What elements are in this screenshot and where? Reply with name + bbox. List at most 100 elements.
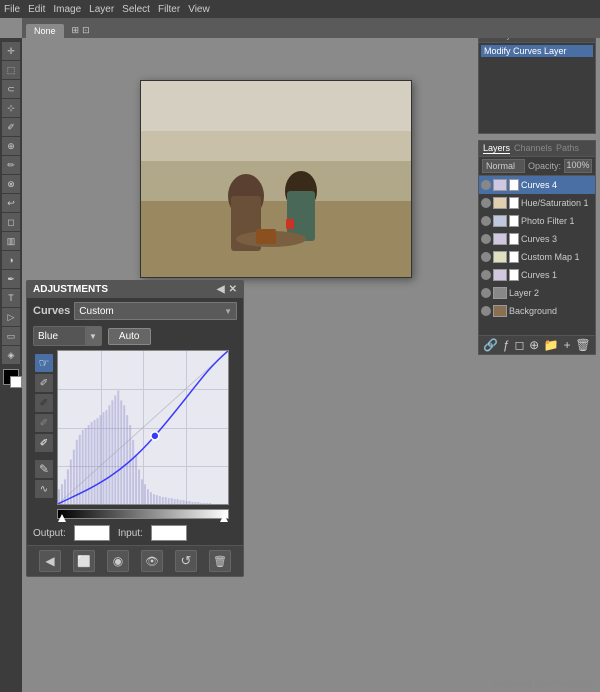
- tool-shape[interactable]: ▭: [2, 327, 20, 345]
- paths-tab[interactable]: Paths: [556, 143, 579, 154]
- auto-button[interactable]: Auto: [108, 328, 151, 345]
- adjustments-panel: ADJUSTMENTS ◀ ✕ Curves Custom ▼ Blue ▼ A…: [26, 280, 244, 577]
- tool-clone[interactable]: ⊗: [2, 175, 20, 193]
- add-adjustment-icon[interactable]: ⊕: [529, 338, 539, 352]
- tool-lasso[interactable]: ⊂: [2, 80, 20, 98]
- layer-visibility-icon[interactable]: [481, 288, 491, 298]
- channel-select-wrapper[interactable]: Blue ▼: [33, 326, 102, 346]
- collapse-icon[interactable]: ◀: [217, 284, 225, 295]
- menu-image[interactable]: Image: [53, 4, 81, 15]
- output-input-row: Output: 93 Input: 83: [27, 521, 243, 545]
- add-layer-icon[interactable]: +: [564, 338, 571, 352]
- adjustments-titlebar[interactable]: ADJUSTMENTS ◀ ✕: [27, 281, 243, 298]
- layer-thumb-mask: [509, 179, 519, 191]
- layer-visibility-icon[interactable]: [481, 198, 491, 208]
- reset-button[interactable]: ↺: [175, 550, 197, 572]
- layer-name: Curves 3: [521, 234, 557, 244]
- link-layers-icon[interactable]: 🔗: [483, 338, 498, 352]
- layers-panel-footer: 🔗 ƒ ◻ ⊕ 📁 + 🗑: [479, 335, 595, 354]
- toolbar-controls: ⊞ ⊡: [72, 25, 90, 36]
- layer-thumb: [493, 251, 507, 263]
- titlebar-controls: ◀ ✕: [217, 284, 237, 295]
- layer-name: Background: [509, 306, 557, 316]
- pointer-tool[interactable]: ☞: [35, 354, 53, 372]
- layer-item-background[interactable]: Background: [479, 302, 595, 320]
- layer-thumb: [493, 269, 507, 281]
- close-icon[interactable]: ✕: [229, 284, 237, 295]
- delete-layer-icon[interactable]: 🗑: [575, 338, 590, 352]
- delete-adjustment-button[interactable]: 🗑: [209, 550, 231, 572]
- curves-preset-row: Curves Custom ▼: [27, 298, 243, 324]
- menu-edit[interactable]: Edit: [28, 4, 45, 15]
- add-style-icon[interactable]: ƒ: [503, 338, 510, 352]
- eyedrop-sample-tool[interactable]: ✐: [35, 374, 53, 392]
- layer-item-photo-filter[interactable]: Photo Filter 1: [479, 212, 595, 230]
- layer-item-curves1[interactable]: Curves 1: [479, 266, 595, 284]
- preset-value: Custom: [79, 306, 113, 317]
- tool-gradient[interactable]: ▥: [2, 232, 20, 250]
- curve-pencil-tool[interactable]: ✎: [35, 460, 53, 478]
- menu-filter[interactable]: Filter: [158, 4, 180, 15]
- layer-item-layer2[interactable]: Layer 2: [479, 284, 595, 302]
- layer-item-curves3[interactable]: Curves 3: [479, 230, 595, 248]
- channels-tab[interactable]: Channels: [514, 143, 552, 154]
- eyedrop-mid[interactable]: ✐: [35, 414, 53, 432]
- opacity-input[interactable]: 100%: [564, 159, 592, 173]
- gradient-slider-thumb-right[interactable]: [220, 514, 228, 522]
- menu-view[interactable]: View: [188, 4, 210, 15]
- layer-visibility-icon[interactable]: [481, 252, 491, 262]
- top-menubar: File Edit Image Layer Select Filter View: [0, 0, 600, 18]
- menu-select[interactable]: Select: [122, 4, 150, 15]
- curves-label: Curves: [33, 305, 70, 317]
- layer-visibility-icon[interactable]: [481, 180, 491, 190]
- add-mask-icon[interactable]: ◻: [514, 338, 524, 352]
- tool-select[interactable]: ⬚: [2, 61, 20, 79]
- eyedrop-shadow[interactable]: ✐: [35, 394, 53, 412]
- tool-history-brush[interactable]: ↩: [2, 194, 20, 212]
- clip-to-layer-button[interactable]: ⬜: [73, 550, 95, 572]
- history-item[interactable]: Modify Curves Layer: [481, 45, 593, 57]
- layer-visibility-icon[interactable]: [481, 234, 491, 244]
- layer-visibility-icon[interactable]: [481, 216, 491, 226]
- smooth-tool[interactable]: ∿: [35, 480, 53, 498]
- output-value[interactable]: 93: [74, 525, 110, 541]
- gradient-slider-thumb-left[interactable]: [58, 514, 66, 522]
- tool-brush[interactable]: ✏: [2, 156, 20, 174]
- layer-visibility-icon[interactable]: [481, 270, 491, 280]
- tool-type[interactable]: T: [2, 289, 20, 307]
- layers-tab[interactable]: Layers: [483, 143, 510, 154]
- tool-heal[interactable]: ⊕: [2, 137, 20, 155]
- tool-pen[interactable]: ✒: [2, 270, 20, 288]
- channel-auto-row: Blue ▼ Auto: [27, 324, 243, 350]
- add-group-icon[interactable]: 📁: [544, 338, 559, 352]
- tool-crop[interactable]: ⊹: [2, 99, 20, 117]
- tool-eyedropper[interactable]: ✐: [2, 118, 20, 136]
- curves-graph[interactable]: [57, 350, 229, 505]
- input-value[interactable]: 83: [151, 525, 187, 541]
- layer-name: Curves 4: [521, 180, 557, 190]
- tool-path-select[interactable]: ▷: [2, 308, 20, 326]
- transform-icon: ⊞: [72, 25, 80, 36]
- history-items: Modify Curves Layer: [479, 43, 595, 59]
- layer-item-hue[interactable]: Hue/Saturation 1: [479, 194, 595, 212]
- tool-eraser[interactable]: ◻: [2, 213, 20, 231]
- history-panel: History Actions ≡ Modify Curves Layer: [478, 26, 596, 134]
- layer-item-curves4[interactable]: Curves 4: [479, 176, 595, 194]
- blend-mode-select[interactable]: Normal: [482, 159, 525, 173]
- layers-panel-header: Layers Channels Paths: [479, 141, 595, 157]
- menu-file[interactable]: File: [4, 4, 20, 15]
- menu-layer[interactable]: Layer: [89, 4, 114, 15]
- preset-select[interactable]: Custom ▼: [74, 302, 237, 320]
- view-mode-button[interactable]: 👁: [141, 550, 163, 572]
- tool-move[interactable]: ✛: [2, 42, 20, 60]
- tool-3d[interactable]: ◈: [2, 346, 20, 364]
- navigate-back-button[interactable]: ◀: [39, 550, 61, 572]
- layer-item-custom-map[interactable]: Custom Map 1: [479, 248, 595, 266]
- tool-dodge[interactable]: ◑: [2, 251, 20, 269]
- eyedrop-highlight[interactable]: ✐: [35, 434, 53, 452]
- preset-dropdown-arrow: ▼: [224, 307, 232, 316]
- document-tab[interactable]: None: [26, 24, 64, 38]
- visibility-toggle-button[interactable]: ◉: [107, 550, 129, 572]
- layer-visibility-icon[interactable]: [481, 306, 491, 316]
- watermark: jiaozheng.chuzibian.com: [493, 678, 592, 688]
